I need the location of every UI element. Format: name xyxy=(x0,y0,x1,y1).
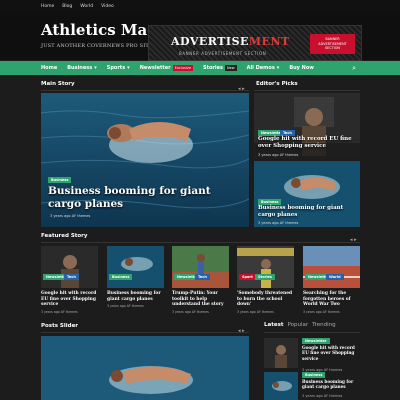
divider xyxy=(254,90,360,91)
featured-story-heading: Featured Story xyxy=(41,233,88,239)
featured-card[interactable]: Sport Stories 'Somebody threatened to bu… xyxy=(237,246,294,314)
post-meta: 3 years ago AF themes xyxy=(107,304,144,309)
advertisement-banner[interactable]: ADVERTISEMENT BANNER ADVERTISEMENT SECTI… xyxy=(148,25,362,61)
divider xyxy=(41,90,249,91)
featured-card[interactable]: Newsletter World Searching for the forgo… xyxy=(303,246,360,314)
pick-title[interactable]: Business booming for giant cargo planes xyxy=(258,205,358,219)
sidebar-post-title[interactable]: Google hit with record EU fine over Shop… xyxy=(302,345,360,361)
nav-item-all-demos[interactable]: All Demos ▾ xyxy=(247,65,280,71)
posts-slider-image[interactable] xyxy=(41,336,249,400)
post-meta: 3 years ago AF themes xyxy=(303,309,340,314)
divider xyxy=(41,242,360,243)
featured-title[interactable]: 'Somebody threatened to burn the school … xyxy=(237,291,294,308)
editors-pick-card[interactable]: Business Business booming for giant carg… xyxy=(254,161,360,227)
chevron-down-icon: ▾ xyxy=(127,65,130,71)
editors-pick-card[interactable]: Newsletter Tech Google hit with record E… xyxy=(254,93,360,159)
post-meta: 3 years ago AF themes xyxy=(41,309,78,314)
tab-popular[interactable]: Popular xyxy=(287,322,308,328)
slider-arrows[interactable]: ◂ ▸ xyxy=(238,328,245,334)
swimmer-image: Business xyxy=(107,246,164,288)
topbar-link-blog[interactable]: Blog xyxy=(62,4,72,9)
slider-arrows[interactable]: ◂ ▸ xyxy=(350,237,357,243)
nav-item-buy-now[interactable]: Buy Now xyxy=(289,65,314,71)
category-badge[interactable]: Business xyxy=(109,274,133,280)
featured-title[interactable]: Google hit with record EU fine over Shop… xyxy=(41,291,98,308)
site-tagline: JUST ANOTHER COVERNEWS PRO SITE xyxy=(41,43,153,49)
editors-picks-heading: Editor's Picks xyxy=(256,81,298,87)
nav-item-business[interactable]: Business ▾ xyxy=(67,65,96,71)
swimmer-thumb xyxy=(264,372,298,400)
category-badge[interactable]: Tech xyxy=(195,274,210,280)
category-badge[interactable]: Sport xyxy=(239,274,256,280)
featured-title[interactable]: Searching for the forgotten heroes of Wo… xyxy=(303,291,360,308)
post-meta: 3 years ago AF themes xyxy=(50,214,91,218)
nav-item-stories[interactable]: Stories New xyxy=(203,65,237,71)
ad-subtitle: BANNER ADVERTISEMENT SECTION xyxy=(179,51,267,56)
tab-latest[interactable]: Latest xyxy=(264,322,283,328)
ad-badge: BANNER ADVERTISEMENT SECTION xyxy=(310,34,355,54)
slider-arrows[interactable]: ◂ ▸ xyxy=(238,86,245,92)
sidebar-post-title[interactable]: Business booming for giant cargo planes xyxy=(302,379,360,390)
sidebar-tabs: Latest Popular Trending xyxy=(264,322,336,328)
nav-item-sports[interactable]: Sports ▾ xyxy=(107,65,130,71)
athlete-image: Sport Stories xyxy=(237,246,294,288)
top-bar: Home Blog World Video xyxy=(0,0,400,12)
ad-title: ADVERTISEMENT xyxy=(171,35,290,48)
post-meta: 3 years ago AF themes xyxy=(302,394,343,398)
runner-image: Newsletter Tech xyxy=(172,246,229,288)
sidebar-post[interactable]: Business Business booming for giant carg… xyxy=(264,372,360,400)
pick-title[interactable]: Google hit with record EU fine over Shop… xyxy=(258,136,354,150)
topbar-link-home[interactable]: Home xyxy=(41,4,54,9)
featured-title[interactable]: Business booming for giant cargo planes xyxy=(107,291,164,302)
category-badge[interactable]: Newsletter xyxy=(302,338,330,344)
post-meta: 3 years ago AF themes xyxy=(258,153,299,157)
boxer-image: Newsletter Tech xyxy=(41,246,98,288)
site-header: Athletics Mag JUST ANOTHER COVERNEWS PRO… xyxy=(0,12,400,61)
featured-title[interactable]: Trump-Putin: Your toolkit to help unders… xyxy=(172,291,229,308)
nav-tag-exclusive: Exclusive xyxy=(172,65,193,71)
topbar-link-world[interactable]: World xyxy=(80,4,93,9)
search-icon[interactable]: ⌕ xyxy=(352,64,356,73)
featured-card[interactable]: Newsletter Tech Trump-Putin: Your toolki… xyxy=(172,246,229,314)
category-badge[interactable]: Tech xyxy=(64,274,79,280)
divider xyxy=(41,332,249,333)
boxer-thumb xyxy=(264,338,298,368)
category-badge[interactable]: Business xyxy=(48,177,72,183)
post-meta: 3 years ago AF themes xyxy=(258,221,299,225)
featured-card[interactable]: Business Business booming for giant carg… xyxy=(107,246,164,308)
posts-slider-heading: Posts Slider xyxy=(41,323,79,329)
topbar-link-video[interactable]: Video xyxy=(101,4,114,9)
sidebar-post[interactable]: Newsletter Google hit with record EU fin… xyxy=(264,338,360,376)
main-story-heading: Main Story xyxy=(41,81,75,87)
nav-item-newsletter[interactable]: Newsletter Exclusive xyxy=(140,65,193,71)
chevron-down-icon: ▾ xyxy=(94,65,97,71)
nav-tag-new: New xyxy=(224,65,237,71)
divider xyxy=(264,332,360,333)
chevron-down-icon: ▾ xyxy=(276,65,280,71)
post-meta: 3 years ago AF themes xyxy=(172,309,209,314)
category-badge[interactable]: Business xyxy=(302,372,326,378)
stadium-image: Newsletter World xyxy=(303,246,360,288)
category-badge[interactable]: World xyxy=(326,274,344,280)
site-logo[interactable]: Athletics Mag xyxy=(41,21,158,39)
post-meta: 3 years ago AF themes xyxy=(237,309,274,314)
featured-card[interactable]: Newsletter Tech Google hit with record E… xyxy=(41,246,98,314)
nav-item-home[interactable]: Home xyxy=(41,65,57,71)
tab-trending[interactable]: Trending xyxy=(312,322,336,328)
main-story-title[interactable]: Business booming for giant cargo planes xyxy=(48,185,238,211)
main-nav: Home Business ▾ Sports ▾ Newsletter Exclusi… xyxy=(0,61,400,75)
main-story-card[interactable]: Business Business booming for giant carg… xyxy=(41,93,249,227)
category-badge[interactable]: Stories xyxy=(255,274,275,280)
